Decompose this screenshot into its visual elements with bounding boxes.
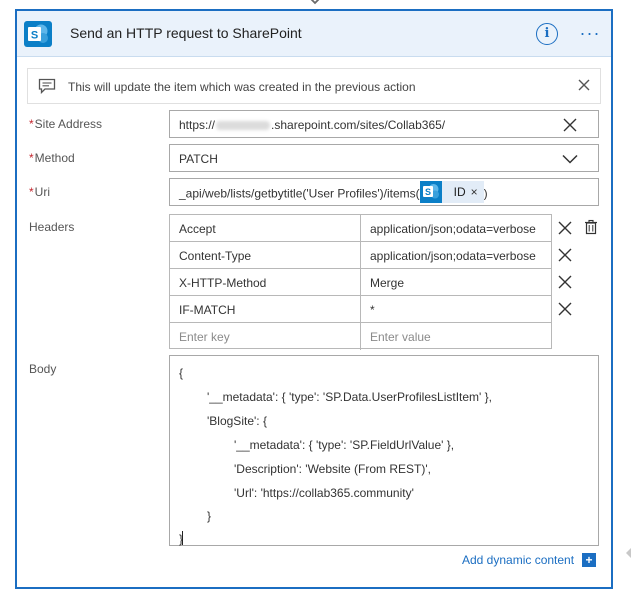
required-marker: * (29, 185, 34, 199)
code-line: { (179, 366, 184, 380)
body-label: Body (29, 362, 57, 376)
site-address-value: https://.sharepoint.com/sites/Collab365/ (179, 118, 446, 132)
remove-token-icon[interactable]: × (471, 185, 478, 199)
close-icon[interactable] (576, 77, 592, 93)
header-row: X-HTTP-Method Merge (170, 269, 551, 296)
header-row: Accept application/json;odata=verbose (170, 215, 551, 242)
text-caret (182, 531, 183, 545)
card-header[interactable]: S Send an HTTP request to SharePoint i ·… (17, 11, 611, 57)
token-label: ID (453, 185, 466, 199)
header-value-cell[interactable]: application/json;odata=verbose (361, 215, 551, 242)
body-textarea[interactable]: { '__metadata': { 'type': 'SP.Data.UserP… (169, 355, 599, 546)
new-header-value-input[interactable]: Enter value (361, 323, 551, 350)
header-key-cell[interactable]: X-HTTP-Method (170, 269, 361, 296)
uri-label: *Uri (29, 185, 50, 199)
method-value: PATCH (179, 152, 218, 166)
delete-row-icon[interactable] (557, 220, 573, 236)
info-icon[interactable]: i (536, 23, 558, 45)
header-row: Content-Type application/json;odata=verb… (170, 242, 551, 269)
code-line: '__metadata': { 'type': 'SP.Data.UserPro… (207, 390, 492, 404)
header-value-cell[interactable]: * (361, 296, 551, 323)
code-line: } (207, 509, 212, 523)
new-header-key-input[interactable]: Enter key (170, 323, 361, 350)
uri-input[interactable]: _api/web/lists/getbytitle('User Profiles… (169, 178, 599, 206)
code-line: 'Description': 'Website (From REST)', (234, 462, 431, 476)
scroll-arrow-icon[interactable] (621, 548, 631, 558)
delete-row-icon[interactable] (557, 274, 573, 290)
header-row: IF-MATCH * (170, 296, 551, 323)
header-value-cell[interactable]: Merge (361, 269, 551, 296)
card-title: Send an HTTP request to SharePoint (70, 25, 302, 41)
header-key-cell[interactable]: Accept (170, 215, 361, 242)
more-options-icon[interactable]: ··· (577, 23, 603, 43)
code-line: '__metadata': { 'type': 'SP.FieldUrlValu… (234, 438, 455, 452)
action-card: S Send an HTTP request to SharePoint i ·… (15, 9, 613, 589)
dynamic-token-id[interactable]: S ID × (419, 181, 484, 203)
site-address-input[interactable]: https://.sharepoint.com/sites/Collab365/ (169, 110, 599, 138)
redacted-tenant (216, 121, 271, 131)
sharepoint-logo-icon: S (24, 21, 52, 47)
required-marker: * (29, 117, 34, 131)
add-dynamic-content-link[interactable]: Add dynamic content (462, 553, 574, 567)
svg-text:S: S (31, 30, 38, 42)
add-dynamic-content-plus-icon[interactable]: + (582, 553, 596, 567)
header-value-cell[interactable]: application/json;odata=verbose (361, 242, 551, 269)
svg-text:S: S (425, 187, 431, 197)
headers-label: Headers (29, 220, 75, 234)
header-key-cell[interactable]: Content-Type (170, 242, 361, 269)
chevron-down-icon[interactable] (562, 151, 578, 167)
headers-table: Accept application/json;odata=verbose Co… (169, 214, 552, 350)
flow-connector-arrow-icon (310, 0, 320, 5)
code-line: 'Url': 'https://collab365.community' (234, 486, 414, 500)
header-row-new: Enter key Enter value (170, 323, 551, 350)
site-address-label: *Site Address (29, 117, 103, 131)
sharepoint-logo-icon: S (419, 181, 442, 203)
header-key-cell[interactable]: IF-MATCH (170, 296, 361, 323)
code-line: 'BlogSite': { (207, 414, 267, 428)
method-dropdown[interactable]: PATCH (169, 144, 599, 172)
comment-icon (38, 78, 56, 94)
uri-value: _api/web/lists/getbytitle('User Profiles… (179, 181, 488, 203)
method-label: *Method (29, 151, 75, 165)
trash-icon[interactable] (583, 219, 599, 235)
notice-text: This will update the item which was crea… (68, 80, 416, 94)
notice-banner: This will update the item which was crea… (27, 68, 601, 104)
delete-row-icon[interactable] (557, 301, 573, 317)
delete-row-icon[interactable] (557, 247, 573, 263)
clear-icon[interactable] (562, 117, 578, 133)
required-marker: * (29, 151, 34, 165)
